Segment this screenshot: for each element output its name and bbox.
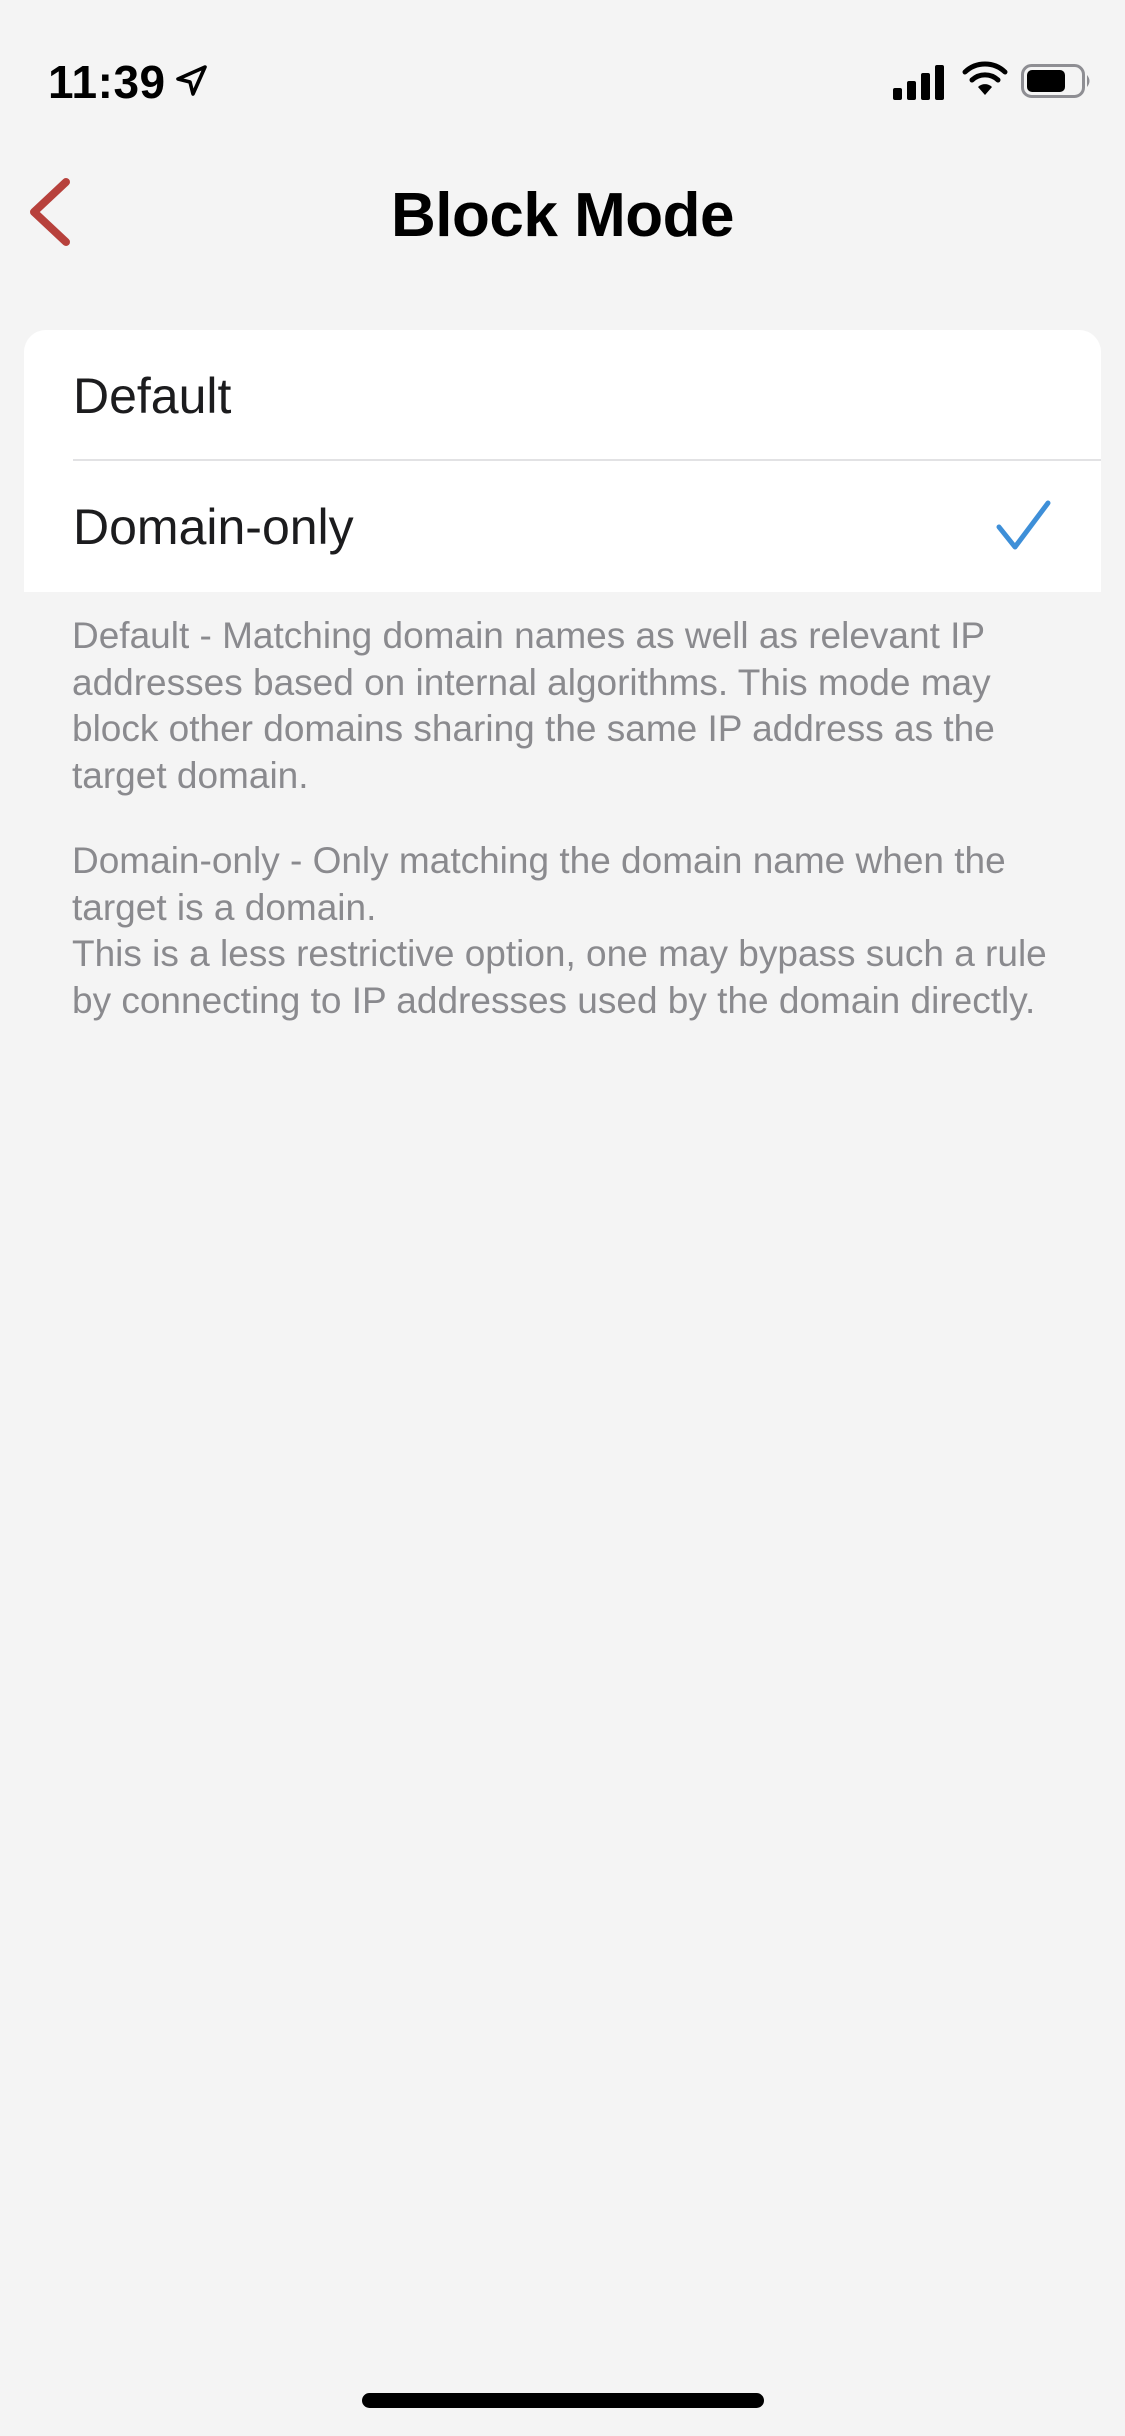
- block-mode-options: Default Domain-only: [24, 330, 1101, 592]
- description-text: Domain-only - Only matching the domain n…: [72, 840, 1006, 928]
- navigation-bar: Block Mode: [0, 150, 1125, 274]
- option-domain-only[interactable]: Domain-only: [24, 461, 1101, 592]
- checkmark-icon: [995, 497, 1051, 553]
- cellular-signal-icon: [893, 64, 945, 100]
- option-label: Default: [73, 368, 232, 424]
- option-label: Domain-only: [73, 499, 354, 555]
- wifi-icon: [962, 60, 1008, 98]
- description-text: This is a less restrictive option, one m…: [72, 933, 1047, 1021]
- domain-only-mode-description: Domain-only - Only matching the domain n…: [72, 838, 1062, 1024]
- status-bar: 11:39: [0, 0, 1125, 150]
- option-default[interactable]: Default: [24, 330, 1101, 461]
- status-time: 11:39: [48, 56, 166, 108]
- location-arrow-icon: [172, 62, 210, 100]
- default-mode-description: Default - Matching domain names as well …: [72, 613, 1062, 799]
- description-text: Default - Matching domain names as well …: [72, 615, 995, 796]
- home-indicator[interactable]: [362, 2393, 764, 2408]
- battery-icon: [1021, 62, 1093, 100]
- page-title: Block Mode: [391, 181, 734, 250]
